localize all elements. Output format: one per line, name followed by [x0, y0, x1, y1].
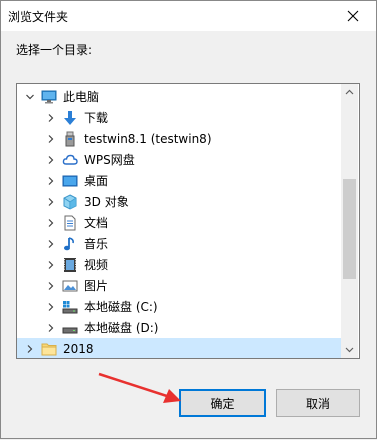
close-button[interactable]	[330, 1, 376, 31]
usb-drive-icon	[62, 131, 78, 147]
chevron-right-icon[interactable]	[46, 113, 56, 123]
cancel-button[interactable]: 取消	[276, 389, 360, 417]
chevron-right-icon[interactable]	[25, 344, 35, 354]
tree-item-wps-cloud[interactable]: WPS网盘	[17, 149, 341, 170]
tree-item-downloads[interactable]: 下载	[17, 107, 341, 128]
tree-item-label: testwin8.1 (testwin8)	[84, 131, 212, 146]
chevron-right-icon[interactable]	[46, 218, 56, 228]
tree-item-usb-drive[interactable]: testwin8.1 (testwin8)	[17, 128, 341, 149]
browse-folder-dialog: 浏览文件夹 选择一个目录: 此电脑 下载 testwin8.1 (testwin…	[0, 0, 377, 439]
vertical-scrollbar[interactable]	[341, 84, 358, 358]
chevron-right-icon[interactable]	[46, 239, 56, 249]
ok-button[interactable]: 确定	[179, 389, 266, 417]
folder-tree[interactable]: 此电脑 下载 testwin8.1 (testwin8) WPS网盘 桌面 3D…	[16, 83, 360, 359]
folder-icon	[41, 341, 57, 357]
chevron-right-icon[interactable]	[46, 281, 56, 291]
tree-item-drive-d[interactable]: 本地磁盘 (D:)	[17, 317, 341, 338]
prompt-label: 选择一个目录:	[16, 43, 93, 57]
chevron-down-icon	[345, 347, 354, 353]
scroll-up-arrow[interactable]	[341, 84, 358, 101]
tree-item-label: WPS网盘	[84, 153, 135, 167]
tree-item-label: 本地磁盘 (D:)	[84, 321, 159, 335]
desktop-icon	[62, 173, 78, 189]
drive-icon	[62, 320, 78, 336]
download-icon	[62, 110, 78, 126]
chevron-up-icon	[345, 89, 354, 95]
tree-item-desktop[interactable]: 桌面	[17, 170, 341, 191]
tree-item-pictures[interactable]: 图片	[17, 275, 341, 296]
tree-item-label: 桌面	[84, 174, 109, 188]
dialog-title: 浏览文件夹	[8, 10, 69, 24]
tree-item-label: 视频	[84, 258, 109, 272]
chevron-right-icon[interactable]	[46, 197, 56, 207]
tree-item-label: 下载	[84, 111, 109, 125]
tree-item-label: 2018	[63, 341, 94, 356]
tree-item-label: 音乐	[84, 237, 109, 251]
chevron-right-icon[interactable]	[46, 155, 56, 165]
video-icon	[62, 257, 78, 273]
tree-item-label: 文档	[84, 216, 109, 230]
chevron-right-icon[interactable]	[46, 176, 56, 186]
tree-item-documents[interactable]: 文档	[17, 212, 341, 233]
scroll-thumb[interactable]	[343, 179, 356, 279]
tree-item-label: 本地磁盘 (C:)	[84, 300, 158, 314]
cube-icon	[62, 193, 78, 210]
tree-item-label: 图片	[84, 279, 109, 293]
document-icon	[62, 215, 78, 231]
tree-item-label: 此电脑	[63, 90, 100, 104]
tree-item-music[interactable]: 音乐	[17, 233, 341, 254]
music-icon	[62, 236, 78, 252]
folder-tree-list: 此电脑 下载 testwin8.1 (testwin8) WPS网盘 桌面 3D…	[17, 84, 341, 358]
chevron-right-icon[interactable]	[46, 302, 56, 312]
system-drive-icon	[62, 299, 78, 315]
chevron-right-icon[interactable]	[46, 260, 56, 270]
title-bar: 浏览文件夹	[1, 1, 376, 31]
scroll-down-arrow[interactable]	[341, 341, 358, 358]
chevron-down-icon[interactable]	[25, 92, 35, 102]
tree-item-drive-c[interactable]: 本地磁盘 (C:)	[17, 296, 341, 317]
tree-item-2018[interactable]: 2018	[17, 338, 341, 358]
tree-item-this-pc[interactable]: 此电脑	[17, 86, 341, 107]
tree-item-3d-objects[interactable]: 3D 对象	[17, 191, 341, 212]
chevron-right-icon[interactable]	[46, 134, 56, 144]
cloud-icon	[62, 152, 78, 168]
chevron-right-icon[interactable]	[46, 323, 56, 333]
tree-item-label: 3D 对象	[84, 195, 129, 209]
computer-icon	[41, 89, 57, 105]
close-icon	[347, 10, 359, 22]
picture-icon	[62, 278, 78, 294]
tree-item-videos[interactable]: 视频	[17, 254, 341, 275]
